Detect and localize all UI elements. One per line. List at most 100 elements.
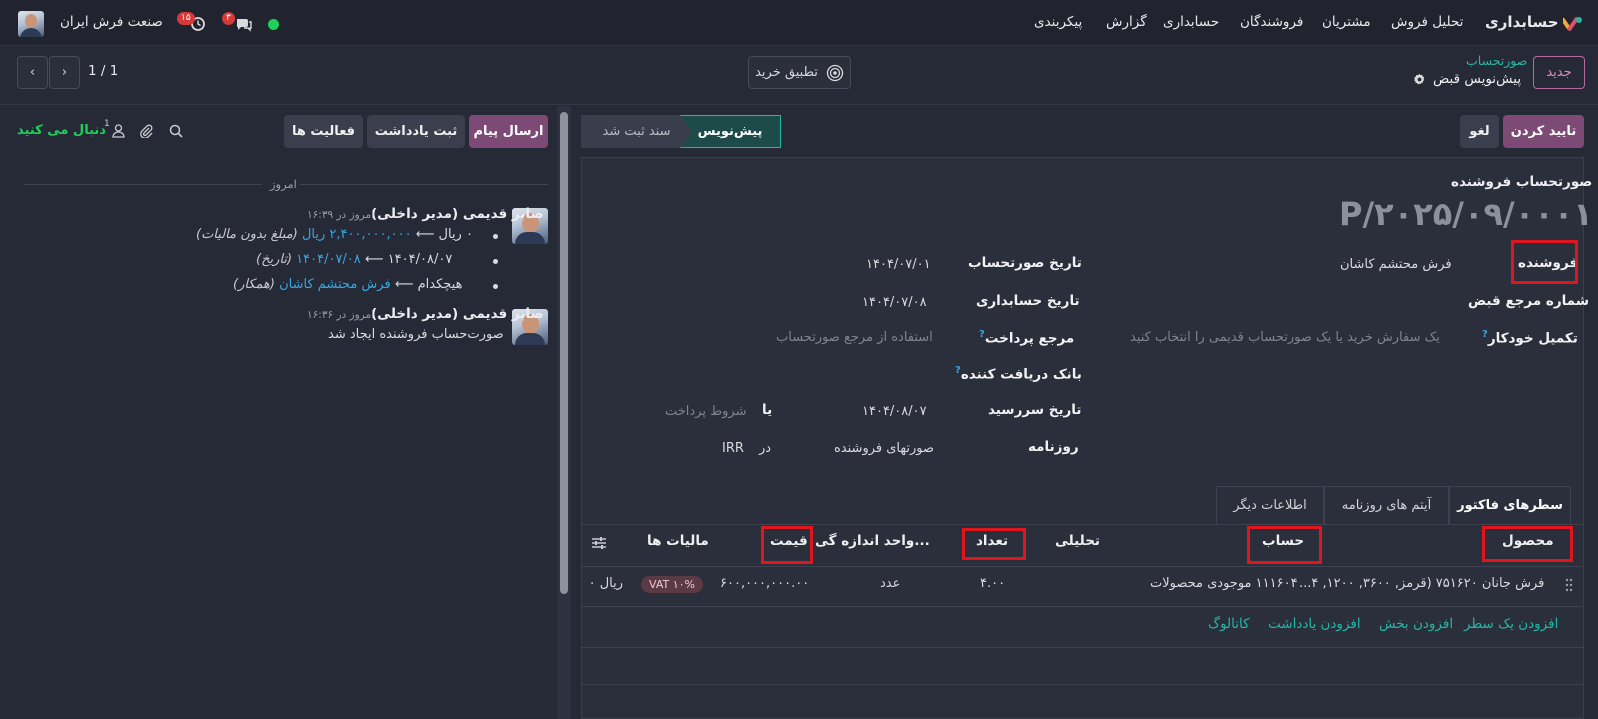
scrollbar-thumb[interactable] <box>560 112 568 594</box>
vendor-highlight <box>1511 240 1578 284</box>
tab-invoice-lines[interactable]: سطرهای فاکتور <box>1449 486 1571 524</box>
app-name[interactable]: حسابداری <box>1485 13 1559 31</box>
chatter-panel <box>0 106 557 719</box>
message-time: امروز در ۱۶:۳۹ <box>307 209 375 221</box>
menu-vendors[interactable]: فروشندگان <box>1240 14 1303 30</box>
vendor-field[interactable]: فرش محتشم کاشان <box>1340 257 1452 272</box>
col-taxes[interactable]: مالیات ها <box>647 533 709 549</box>
menu-sales-analysis[interactable]: تحلیل فروش <box>1391 14 1463 30</box>
online-status-dot <box>268 19 279 30</box>
recipient-bank-label: ?بانک دریافت کننده <box>952 365 1082 383</box>
autocomplete-label: ?تکمیل خودکار <box>1479 329 1578 347</box>
message-author[interactable]: صابر قدیمی (مدیر داخلی) <box>371 306 544 322</box>
confirm-button[interactable]: تایید کردن <box>1503 115 1584 148</box>
doc-type-title: صورتحساب فروشنده <box>1451 174 1593 190</box>
arrow-icon: ⟵ <box>360 252 384 267</box>
add-line-link[interactable]: افزودن یک سطر <box>1464 616 1558 632</box>
bill-date-field[interactable]: ۱۴۰۴/۰۷/۰۱ <box>866 257 931 272</box>
change-new: ۲,۴۰۰,۰۰۰,۰۰۰ ریال <box>301 227 412 242</box>
search-icon[interactable] <box>168 123 184 139</box>
autocomplete-field[interactable]: یک سفارش خرید یا یک صورتحساب قدیمی را ان… <box>1130 330 1440 345</box>
menu-configuration[interactable]: پیکربندی <box>1034 14 1082 30</box>
arrow-icon: ⟵ <box>390 277 414 292</box>
pager-value[interactable]: 1 / 1 <box>88 63 118 79</box>
change-line: ۱۴۰۴/۰۸/۰۷ ⟵ ۱۴۰۴/۰۷/۰۸ (تاریخ) <box>256 252 452 267</box>
change-new: فرش محتشم کاشان <box>279 277 391 292</box>
target-icon <box>826 64 844 82</box>
messages-chat-icon[interactable] <box>234 15 254 33</box>
breadcrumb-parent[interactable]: صورتحساب <box>1466 53 1527 68</box>
follow-status[interactable]: دنبال می کنید <box>17 123 106 138</box>
menu-reporting[interactable]: گزارش <box>1106 14 1147 30</box>
followers-user-icon[interactable] <box>110 123 126 139</box>
col-analytic[interactable]: تحلیلی <box>1055 533 1100 549</box>
pager-prev-button[interactable]: ‹ <box>17 56 48 89</box>
bottom-divider <box>581 684 1584 685</box>
tab-invoice-lines-label: سطرهای فاکتور <box>1457 498 1563 513</box>
payment-ref-label: ?مرجع پرداخت <box>976 329 1074 347</box>
change-line: هیچکدام ⟵ فرش محتشم کاشان (همکار) <box>233 277 462 292</box>
pager-next-button[interactable]: › <box>49 56 80 89</box>
purchase-match-button[interactable]: تطبیق خرید <box>748 56 851 89</box>
message-author[interactable]: صابر قدیمی (مدیر داخلی) <box>371 206 544 222</box>
company-name[interactable]: صنعت فرش ایران <box>60 14 163 30</box>
tab-journal-items-label: آیتم های روزنامه <box>1341 498 1432 513</box>
send-message-button[interactable]: ارسال پیام <box>469 115 548 148</box>
new-button[interactable]: جدید <box>1533 56 1585 89</box>
col-uom[interactable]: واحد اندازه گی... <box>815 533 930 549</box>
bill-ref-label: شماره مرجع قبض <box>1468 293 1590 309</box>
log-note-button[interactable]: ثبت یادداشت <box>367 115 465 148</box>
column-settings-icon[interactable] <box>591 535 607 551</box>
top-navbar: حسابداری تحلیل فروش مشتریان فروشندگان حس… <box>0 0 1598 46</box>
activities-button[interactable]: فعالیت ها <box>284 115 363 148</box>
col-product-highlight <box>1482 526 1573 562</box>
in-label: در <box>759 441 772 456</box>
message-body: صورت‌حساب فروشنده ایجاد شد <box>328 327 504 342</box>
breadcrumb-current: پیش‌نویس قبض <box>1433 71 1522 87</box>
gear-icon[interactable] <box>1412 72 1426 86</box>
accounting-date-label: تاریخ حسابداری <box>976 293 1080 309</box>
journal-field[interactable]: صورتهای فروشنده <box>834 441 934 456</box>
catalog-link[interactable]: کاتالوگ <box>1208 616 1250 632</box>
tab-other-info-label: اطلاعات دیگر <box>1233 498 1307 513</box>
add-section-link[interactable]: افزودن بخش <box>1379 616 1453 632</box>
journal-label: روزنامه <box>1028 439 1079 455</box>
row-divider <box>581 606 1584 607</box>
currency-field[interactable]: IRR <box>722 441 744 456</box>
purchase-match-label: تطبیق خرید <box>755 65 818 80</box>
change-field: (همکار) <box>233 277 275 292</box>
due-date-field[interactable]: ۱۴۰۴/۰۸/۰۷ <box>862 404 927 419</box>
change-bullet <box>493 284 498 289</box>
due-date-label: تاریخ سررسید <box>988 402 1082 418</box>
payment-ref-field[interactable]: استفاده از مرجع صورتحساب <box>776 330 933 345</box>
change-old: ۰ ریال <box>438 227 473 242</box>
row-uom[interactable]: عدد <box>880 576 900 591</box>
tab-journal-items[interactable]: آیتم های روزنامه <box>1324 486 1449 524</box>
drag-handle-icon[interactable] <box>1564 578 1574 592</box>
col-quantity-highlight <box>962 528 1026 560</box>
status-draft[interactable]: پیش‌نویس <box>679 115 781 148</box>
or-label: یا <box>762 402 773 418</box>
menu-accounting[interactable]: حسابداری <box>1163 14 1219 30</box>
row-account[interactable]: ۱۱۱۶۰۴ موجودی محصولات <box>1150 576 1298 591</box>
paperclip-icon[interactable] <box>138 123 154 139</box>
chevron-left-icon: ‹ <box>29 65 36 80</box>
form-sheet <box>581 157 1584 719</box>
menu-customers[interactable]: مشتریان <box>1322 14 1371 30</box>
accounting-date-field[interactable]: ۱۴۰۴/۰۷/۰۸ <box>862 295 927 310</box>
row-product[interactable]: فرش جانان ۷۵۱۶۲۰ (قرمز, ۳۶۰۰, ۱۲۰۰, ۴... <box>1299 576 1544 591</box>
tabs-divider <box>581 524 1584 525</box>
app-logo-icon[interactable] <box>1561 14 1583 34</box>
status-draft-label: پیش‌نویس <box>697 124 763 139</box>
tab-other-info[interactable]: اطلاعات دیگر <box>1216 486 1324 524</box>
row-quantity[interactable]: ۴.۰۰ <box>980 576 1005 591</box>
row-price[interactable]: ۶۰۰,۰۰۰,۰۰۰.۰۰ <box>720 576 809 591</box>
arrow-icon: ⟵ <box>411 227 435 242</box>
user-avatar[interactable] <box>18 11 44 37</box>
status-posted[interactable]: سند ثبت شد <box>581 115 692 148</box>
add-note-link[interactable]: افزودن یادداشت <box>1268 616 1361 632</box>
row-tax-badge[interactable]: VAT ۱۰% <box>641 576 703 593</box>
col-account-highlight <box>1247 526 1322 564</box>
cancel-button[interactable]: لغو <box>1460 115 1499 148</box>
payment-terms-field[interactable]: شروط پرداخت <box>665 404 747 419</box>
